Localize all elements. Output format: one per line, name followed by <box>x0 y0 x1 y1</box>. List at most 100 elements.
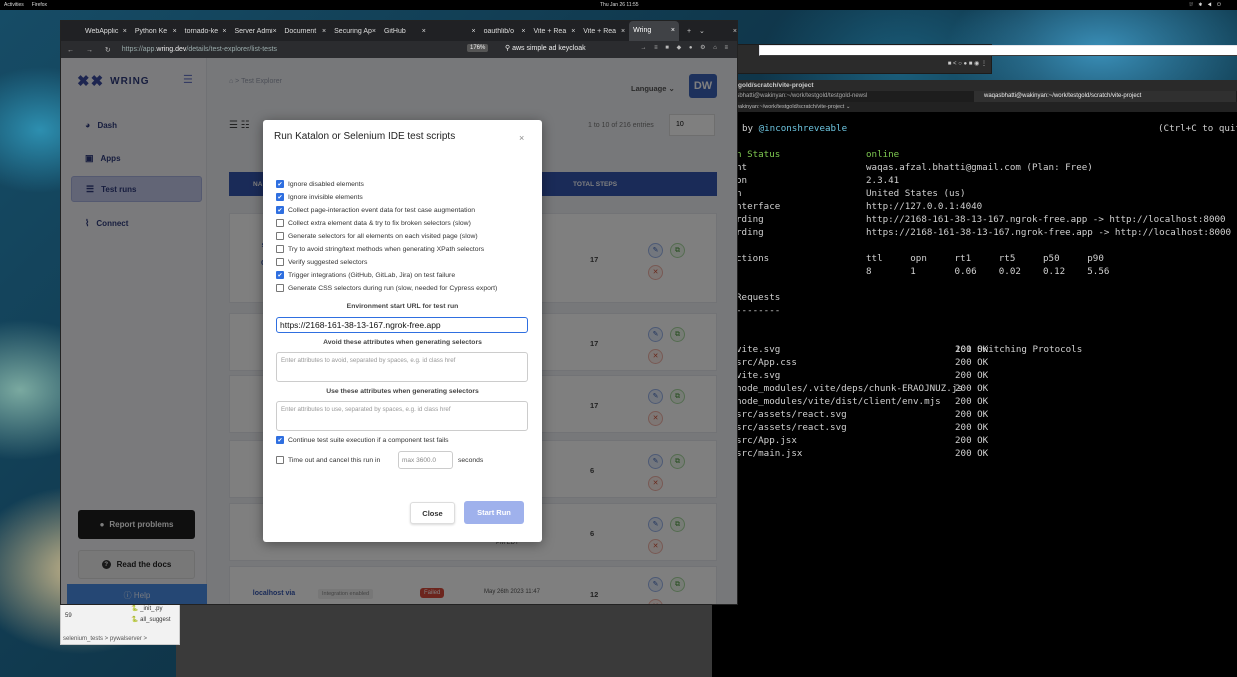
continue-on-fail-option[interactable]: ✔ Continue test suite execution if a comp… <box>276 436 449 444</box>
activities-button[interactable]: Activities <box>4 2 24 8</box>
tab-close-icon[interactable]: × <box>472 28 476 35</box>
terminal-tab-active[interactable]: waqasbhatti@wakinyan:~/work/testgold/scr… <box>974 91 1236 102</box>
option-item[interactable]: Verify suggested selectors <box>276 258 367 266</box>
line-number: 59 <box>65 613 72 619</box>
tab-list-icon[interactable]: ⌄ <box>699 27 705 35</box>
option-item[interactable]: Try to avoid string/text methods when ge… <box>276 245 484 253</box>
browser-tab[interactable]: × <box>430 28 480 35</box>
avoid-attrs-input[interactable]: Enter attributes to avoid, separated by … <box>276 352 528 382</box>
terminal-line: -------- <box>736 305 781 316</box>
tab-close-icon[interactable]: × <box>372 28 376 35</box>
checkbox[interactable] <box>276 284 284 292</box>
file-item[interactable]: 🐍 all_suggest <box>131 616 171 623</box>
desktop-gap <box>176 605 712 677</box>
option-label: Generate CSS selectors during run (slow,… <box>288 284 498 292</box>
terminal-tab[interactable]: waqasbhatti@wakinyan:~/work/testgold/tes… <box>712 91 974 102</box>
clock[interactable]: Thu Jan 26 11:55 <box>600 2 639 8</box>
option-item[interactable]: ✔ Ignore disabled elements <box>276 180 364 188</box>
tab-close-icon[interactable]: × <box>222 28 226 35</box>
option-item[interactable]: ✔ Trigger integrations (GitHub, GitLab, J… <box>276 271 455 279</box>
checkbox[interactable] <box>276 219 284 227</box>
option-item[interactable]: ✔ Collect page-interaction event data for… <box>276 206 475 214</box>
option-label: Ignore invisible elements <box>288 193 363 201</box>
option-label: Ignore disabled elements <box>288 180 364 188</box>
terminal-window[interactable]: gold/scratch/vite-project waqasbhatti@wa… <box>712 80 1237 677</box>
browser-tab[interactable]: Securing Ap × <box>330 28 380 35</box>
browser-tab[interactable]: Python Ke × <box>131 28 181 35</box>
search-box[interactable]: ⚲ aws simple ad keycloak <box>505 44 586 52</box>
checkbox[interactable]: ✔ <box>276 436 284 444</box>
zoom-badge[interactable]: 176% <box>467 44 489 52</box>
option-item[interactable]: Generate selectors for all elements on e… <box>276 232 478 240</box>
use-attrs-input[interactable]: Enter attributes to use, separated by sp… <box>276 401 528 431</box>
terminal-line: by @inconshreveable <box>742 123 848 134</box>
background-window: ■ < ○ ● ■ ◉ ⋮ <box>736 44 1237 74</box>
tab-close-icon[interactable]: × <box>273 28 277 35</box>
request-path: src/App.jsx <box>736 435 797 446</box>
url-bar[interactable]: ← → ↻ https://app.wring.dev/details/test… <box>61 41 737 58</box>
checkbox[interactable] <box>276 258 284 266</box>
option-label: Verify suggested selectors <box>288 258 368 266</box>
ide-breadcrumb[interactable]: selenium_tests > pywalserver > <box>63 636 147 642</box>
option-label: Trigger integrations (GitHub, GitLab, Ji… <box>288 271 456 279</box>
env-url-input[interactable]: https://2168-161-38-13-167.ngrok-free.ap… <box>276 317 528 333</box>
option-item[interactable]: ✔ Ignore invisible elements <box>276 193 363 201</box>
tab-close-icon[interactable]: × <box>671 21 675 41</box>
tab-close-icon[interactable]: × <box>173 28 177 35</box>
close-icon[interactable]: × <box>519 133 524 143</box>
timeout-option[interactable]: Time out and cancel this run in <box>276 456 380 464</box>
app-menu[interactable]: Firefox <box>32 2 47 8</box>
url-text[interactable]: https://app.wring.dev/details/test-explo… <box>122 46 277 53</box>
request-status: 200 OK <box>955 448 989 459</box>
option-label: Collect extra element data & try to fix … <box>288 219 471 227</box>
close-button[interactable]: Close <box>410 502 455 524</box>
checkbox[interactable]: ✔ <box>276 193 284 201</box>
checkbox[interactable]: ✔ <box>276 271 284 279</box>
start-run-button[interactable]: Start Run <box>464 501 524 524</box>
extensions-icon[interactable]: → ≡ ■ ◆ ● ⚙ ⌂ ≡ <box>640 44 731 51</box>
browser-tab[interactable]: WebApplic × <box>81 28 131 35</box>
terminal-line: n Status <box>736 149 781 160</box>
terminal-path: bhatti@wakinyan:~/work/testgold/scratch/… <box>712 102 1237 112</box>
system-tray-icon[interactable]: ⛆ ✱ ◀ ⏻ <box>1189 2 1223 8</box>
file-item[interactable]: 🐍 _init_.py <box>131 605 163 612</box>
browser-tab[interactable]: tornado-ke × <box>181 28 231 35</box>
window-close-icon[interactable]: × <box>733 28 737 35</box>
browser-tab[interactable]: Vite + Rea × <box>529 28 579 35</box>
browser-tab[interactable]: Wring × <box>629 21 679 41</box>
window-controls-icon[interactable]: ■ < ○ ● ■ ◉ ⋮ <box>948 60 987 67</box>
tab-close-icon[interactable]: × <box>571 28 575 35</box>
browser-tab[interactable]: oauthlib/o × <box>480 28 530 35</box>
run-tests-modal: Run Katalon or Selenium IDE test scripts… <box>263 120 542 542</box>
browser-tab[interactable]: Document × <box>280 28 330 35</box>
request-path: src/main.jsx <box>736 448 803 459</box>
option-item[interactable]: Collect extra element data & try to fix … <box>276 219 471 227</box>
checkbox[interactable]: ✔ <box>276 180 284 188</box>
browser-tab[interactable]: Vite + Rea × <box>579 28 629 35</box>
request-path: node_modules/vite/dist/client/env.mjs <box>736 396 941 407</box>
tab-close-icon[interactable]: × <box>322 28 326 35</box>
tab-close-icon[interactable]: × <box>521 28 525 35</box>
request-path: src/assets/react.svg <box>736 422 847 433</box>
nav-buttons-icon[interactable]: ← → ↻ <box>67 46 116 54</box>
browser-tab[interactable]: Server Admi × <box>230 28 280 35</box>
terminal-line: ttl opn rt1 rt5 p50 p90 <box>866 253 1104 264</box>
checkbox[interactable]: ✔ <box>276 206 284 214</box>
timeout-input[interactable]: max 3600.0 <box>398 451 453 469</box>
avoid-attrs-label: Avoid these attributes when generating s… <box>323 339 482 346</box>
request-status: 200 OK <box>955 370 989 381</box>
new-tab-icon[interactable]: + <box>687 28 691 35</box>
terminal-line: online <box>866 149 900 160</box>
checkbox[interactable] <box>276 245 284 253</box>
tab-close-icon[interactable]: × <box>621 28 625 35</box>
checkbox[interactable] <box>276 232 284 240</box>
browser-tab[interactable]: GitHub × <box>380 28 430 35</box>
checkbox[interactable] <box>276 456 284 464</box>
request-path: vite.svg <box>736 370 781 381</box>
option-item[interactable]: Generate CSS selectors during run (slow,… <box>276 284 497 292</box>
tab-close-icon[interactable]: × <box>123 28 127 35</box>
tab-strip: WebApplic × Python Ke × tornado-ke × Server Ad… <box>61 21 737 41</box>
system-top-bar: Activities Firefox Thu Jan 26 11:55 ⛆ ✱ … <box>0 0 1237 10</box>
request-status: 200 OK <box>955 435 989 446</box>
tab-close-icon[interactable]: × <box>422 28 426 35</box>
